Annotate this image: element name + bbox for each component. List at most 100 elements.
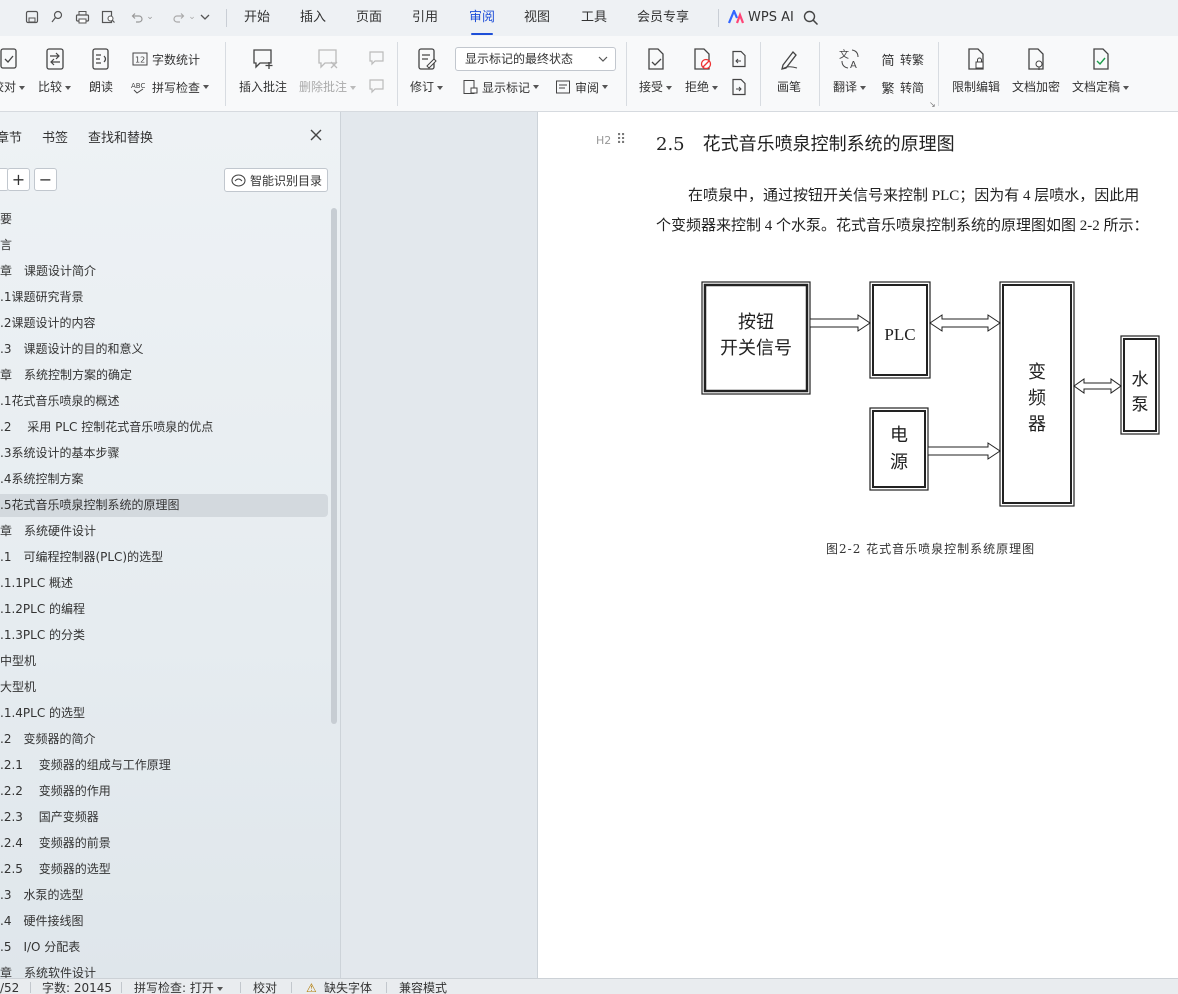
doc-encrypt-button[interactable]: 文档加密 xyxy=(1012,46,1060,95)
track-changes-label: 修订 xyxy=(410,80,435,94)
toc-item[interactable]: .1 可编程控制器(PLC)的选型 xyxy=(0,546,328,569)
ink-button[interactable]: 画笔 xyxy=(777,46,801,95)
toc-item[interactable]: .3 水泵的选型 xyxy=(0,884,328,907)
track-changes-button[interactable]: 修订 xyxy=(410,46,444,95)
toc-item[interactable]: .2 采用 PLC 控制花式音乐喷泉的优点 xyxy=(0,416,328,439)
toc-item[interactable]: 章 系统控制方案的确定 xyxy=(0,364,328,387)
save-icon[interactable] xyxy=(23,8,41,26)
restrict-edit-button[interactable]: 限制编辑 xyxy=(952,46,1000,95)
toc-item[interactable]: .1.3PLC 的分类 xyxy=(0,624,328,647)
previous-comment-icon[interactable] xyxy=(368,50,386,69)
close-icon[interactable] xyxy=(309,128,323,142)
expand-all-button[interactable]: + xyxy=(7,168,30,191)
toc-item[interactable]: .1花式音乐喷泉的概述 xyxy=(0,390,328,413)
toc-item[interactable]: 要 xyxy=(0,208,328,231)
tab-view[interactable]: 视图 xyxy=(524,9,550,29)
page-indicator[interactable]: /52 xyxy=(0,981,19,994)
smart-toc-button[interactable]: 智能识别目录 xyxy=(224,168,328,192)
tab-home[interactable]: 开始 xyxy=(244,9,270,29)
spell-check-button[interactable]: ABC 拼写检查 xyxy=(131,78,210,96)
tab-wps-ai[interactable]: WPS AI xyxy=(748,9,794,29)
read-aloud-button[interactable]: 朗读 xyxy=(89,46,113,95)
previous-change-icon[interactable] xyxy=(730,50,748,71)
toc-item[interactable]: .5 I/O 分配表 xyxy=(0,936,328,959)
tab-tools[interactable]: 工具 xyxy=(581,9,607,29)
svg-text:ABC: ABC xyxy=(131,82,145,90)
print-preview-icon[interactable] xyxy=(99,8,117,26)
spell-check-status[interactable]: 拼写检查: 打开 xyxy=(134,981,223,994)
toc-item[interactable]: .2.3 国产变频器 xyxy=(0,806,328,829)
compare-button[interactable]: 比较 xyxy=(38,46,72,95)
nav-scrollbar[interactable] xyxy=(331,208,337,724)
toc-item[interactable]: .4 硬件接线图 xyxy=(0,910,328,933)
heading-level-marker[interactable]: H2 xyxy=(596,134,611,147)
tab-page[interactable]: 页面 xyxy=(356,9,382,29)
toc-item[interactable]: .4系统控制方案 xyxy=(0,468,328,491)
show-markup-button[interactable]: 显示标记 xyxy=(461,78,540,96)
delete-comment-button[interactable]: 删除批注 xyxy=(299,46,357,95)
doc-finalize-button[interactable]: 文档定稿 xyxy=(1072,46,1130,95)
undo-dropdown-icon[interactable]: ⌄ xyxy=(145,8,155,26)
search-icon[interactable] xyxy=(803,10,819,29)
show-markup-icon xyxy=(461,78,479,96)
toc-item[interactable]: .1.1PLC 概述 xyxy=(0,572,328,595)
collapse-all-button[interactable]: − xyxy=(34,168,57,191)
toc-item[interactable]: .3系统设计的基本步骤 xyxy=(0,442,328,465)
dialog-launcher-icon[interactable]: ↘ xyxy=(929,100,936,109)
document-page[interactable]: H2 ⠿ 2.5 花式音乐喷泉控制系统的原理图 在喷泉中，通过按钮开关信号来控制… xyxy=(537,112,1178,978)
button-label-2: 开关信号 xyxy=(720,338,792,359)
print-icon[interactable] xyxy=(73,8,91,26)
toc-item[interactable]: 中型机 xyxy=(0,650,328,673)
redo-icon[interactable] xyxy=(170,8,188,26)
translate-button[interactable]: 文A 翻译 xyxy=(833,46,867,95)
tab-insert[interactable]: 插入 xyxy=(300,9,326,29)
toc-item[interactable]: 章 课题设计简介 xyxy=(0,260,328,283)
to-simplified-label: 转简 xyxy=(900,80,925,95)
divider xyxy=(121,982,122,993)
arrow-button-to-plc xyxy=(809,314,871,332)
tab-member[interactable]: 会员专享 xyxy=(637,9,689,29)
power-label-1: 电 xyxy=(890,425,908,446)
tab-references[interactable]: 引用 xyxy=(412,9,438,29)
review-pane-button[interactable]: 审阅 xyxy=(554,78,609,96)
missing-font-status[interactable]: 缺失字体 xyxy=(324,981,372,994)
accept-button[interactable]: 接受 xyxy=(639,46,673,95)
toc-item[interactable]: .1.2PLC 的编程 xyxy=(0,598,328,621)
more-quick-access-icon[interactable] xyxy=(196,8,214,26)
toc-item[interactable]: .3 课题设计的目的和意义 xyxy=(0,338,328,361)
toc-item[interactable]: .2 变频器的简介 xyxy=(0,728,328,751)
proofread-button[interactable]: 校对 xyxy=(0,46,26,95)
toc-item[interactable]: .2课题设计的内容 xyxy=(0,312,328,335)
toc-item[interactable]: .2.5 变频器的选型 xyxy=(0,858,328,881)
toc-item[interactable]: 大型机 xyxy=(0,676,328,699)
markup-state-select[interactable]: 显示标记的最终状态 xyxy=(455,47,616,71)
toc-item[interactable]: .1.4PLC 的选型 xyxy=(0,702,328,725)
reject-button[interactable]: 拒绝 xyxy=(685,46,719,95)
undo-icon[interactable] xyxy=(128,8,146,26)
insert-comment-button[interactable]: 插入批注 xyxy=(239,46,287,95)
drag-handle-icon[interactable]: ⠿ xyxy=(616,132,626,148)
word-count-status[interactable]: 字数: 20145 xyxy=(42,981,112,994)
next-comment-icon[interactable] xyxy=(368,78,386,97)
proofread-icon xyxy=(0,46,21,72)
compare-icon xyxy=(43,46,67,72)
to-traditional-button[interactable]: 简 转繁 xyxy=(879,50,924,69)
toc-item[interactable]: .5花式音乐喷泉控制系统的原理图 xyxy=(0,494,328,517)
tab-review[interactable]: 审阅 xyxy=(469,9,495,35)
toc-item[interactable]: 章 系统硬件设计 xyxy=(0,520,328,543)
proofread-label: 校对 xyxy=(0,80,17,94)
proofread-status[interactable]: 校对 xyxy=(253,981,277,994)
next-change-icon[interactable] xyxy=(730,78,748,99)
toc-item[interactable]: .2.4 变频器的前景 xyxy=(0,832,328,855)
word-count-button[interactable]: 12 字数统计 xyxy=(131,50,200,68)
traditional-icon: 简 xyxy=(881,53,895,69)
to-simplified-button[interactable]: 繁 转简 xyxy=(879,78,925,97)
tab-bookmarks[interactable]: 书签 xyxy=(42,127,68,146)
tab-chapters[interactable]: 章节 xyxy=(0,127,22,146)
toc-item[interactable]: .2.1 变频器的组成与工作原理 xyxy=(0,754,328,777)
toc-item[interactable]: 言 xyxy=(0,234,328,257)
tab-find-replace[interactable]: 查找和替换 xyxy=(88,127,153,146)
toc-item[interactable]: .1课题研究背景 xyxy=(0,286,328,309)
toc-item[interactable]: .2.2 变频器的作用 xyxy=(0,780,328,803)
output-icon[interactable] xyxy=(48,8,66,26)
